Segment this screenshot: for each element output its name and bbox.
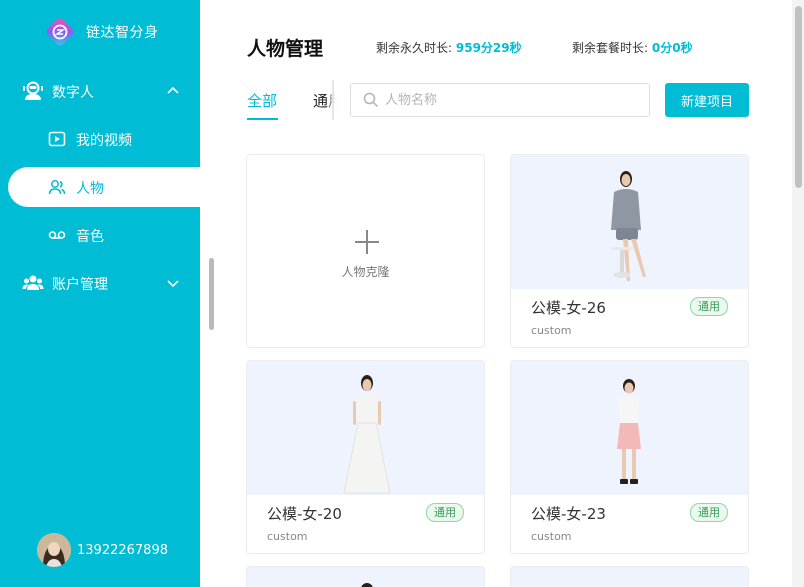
chevron-up-icon	[166, 83, 180, 97]
person-thumbnail	[511, 361, 748, 495]
menu-group-label: 账户管理	[52, 277, 108, 293]
person-source: custom	[531, 324, 572, 337]
video-icon	[48, 130, 66, 148]
app-name: 链达智分身	[86, 25, 159, 41]
menu-group-account[interactable]: 账户管理	[0, 265, 200, 301]
person-card-partial[interactable]	[510, 566, 749, 587]
sidebar-scrollbar[interactable]	[209, 258, 214, 330]
sidebar-item-label: 我的视频	[76, 133, 132, 149]
person-thumbnail	[247, 361, 484, 495]
tab-all[interactable]: 全部	[247, 90, 277, 111]
package-time-stat: 剩余套餐时长: 0分0秒	[572, 39, 693, 56]
person-name: 公模-女-26	[531, 299, 606, 317]
person-name: 公模-女-20	[267, 505, 342, 523]
sidebar-item-label: 音色	[76, 229, 104, 245]
users-icon	[22, 273, 44, 293]
status-badge: 通用	[690, 297, 728, 316]
status-badge: 通用	[690, 503, 728, 522]
tab-active-indicator	[247, 118, 278, 120]
new-project-button[interactable]: 新建项目	[665, 83, 749, 117]
user-phone: 13922267898	[77, 542, 168, 558]
package-time-value: 0分0秒	[651, 41, 693, 55]
chevron-down-icon	[166, 275, 180, 289]
main-scrollbar-thumb[interactable]	[795, 6, 802, 188]
person-source: custom	[531, 530, 572, 543]
permanent-time-label: 剩余永久时长:	[376, 41, 453, 55]
sidebar-item-my-videos[interactable]: 我的视频	[8, 119, 200, 159]
voicemail-icon	[48, 226, 66, 244]
search-icon	[363, 92, 379, 108]
menu-group-digital-human[interactable]: 数字人	[0, 73, 200, 109]
user-profile[interactable]: 13922267898	[37, 533, 168, 567]
permanent-time-stat: 剩余永久时长: 959分29秒	[376, 39, 522, 56]
avatar	[37, 533, 71, 567]
sidebar-item-label: 人物	[76, 181, 104, 197]
person-card[interactable]: 公模-女-23 custom 通用	[510, 360, 749, 554]
person-thumbnail	[511, 155, 748, 289]
search-box[interactable]	[350, 83, 650, 117]
sidebar: 链达智分身 数字人 我的视频 人物 音色 账户管理 13922267898	[0, 0, 200, 587]
sidebar-item-person[interactable]: 人物	[8, 167, 200, 207]
app-logo[interactable]: 链达智分身	[44, 16, 159, 48]
person-icon	[48, 178, 66, 196]
package-time-label: 剩余套餐时长:	[572, 41, 649, 55]
person-card[interactable]: 公模-女-20 custom 通用	[246, 360, 485, 554]
person-card-partial[interactable]	[246, 566, 485, 587]
plus-icon	[354, 229, 380, 255]
search-input[interactable]	[385, 89, 635, 111]
sidebar-item-voice[interactable]: 音色	[8, 215, 200, 255]
menu-group-label: 数字人	[52, 85, 94, 101]
status-badge: 通用	[426, 503, 464, 522]
person-clone-card[interactable]: 人物克隆	[246, 154, 485, 348]
person-clone-label: 人物克隆	[341, 265, 390, 279]
person-card[interactable]: 公模-女-26 custom 通用	[510, 154, 749, 348]
person-source: custom	[267, 530, 308, 543]
tab-scroll-fade	[326, 80, 336, 122]
permanent-time-value: 959分29秒	[455, 41, 522, 55]
page-title: 人物管理	[247, 38, 324, 60]
robot-icon	[22, 81, 44, 101]
logo-icon	[44, 16, 76, 48]
person-name: 公模-女-23	[531, 505, 606, 523]
tab-divider	[332, 80, 334, 120]
